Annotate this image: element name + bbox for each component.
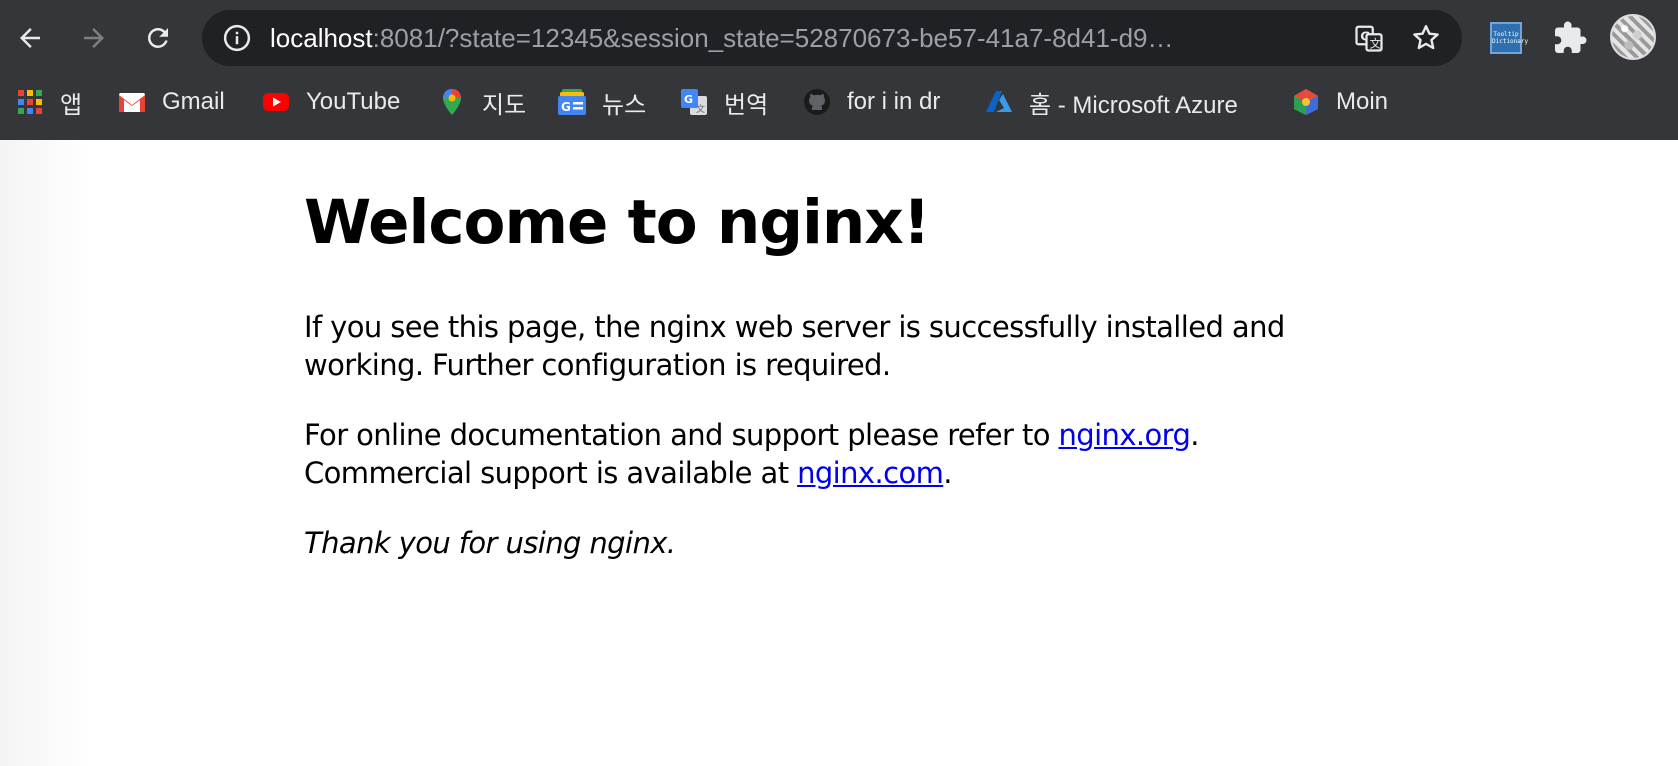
bookmark-translate[interactable]: G 文 번역 [680, 80, 768, 124]
gmail-icon [118, 88, 146, 116]
reload-icon [147, 27, 168, 48]
bookmarks-bar: 앱 Gmail YouTube 지도 G 뉴스 G 文 번역 for i in … [0, 80, 1678, 124]
bookmark-maps[interactable]: 지도 [438, 80, 526, 124]
youtube-icon [262, 88, 290, 116]
bookmark-label: 지도 [482, 91, 527, 119]
svg-text:G: G [561, 100, 571, 114]
maps-icon [438, 88, 466, 116]
bookmark-label: 뉴스 [602, 91, 647, 119]
reload-button[interactable] [134, 14, 182, 62]
bookmark-label: Moin [1336, 88, 1389, 115]
back-arrow-icon [20, 28, 40, 48]
bookmark-star-icon[interactable] [1410, 22, 1442, 54]
intro-paragraph: If you see this page, the nginx web serv… [304, 310, 1285, 382]
bookmark-github[interactable]: for i in dr [803, 80, 940, 124]
profile-avatar[interactable] [1610, 14, 1656, 60]
svg-text:文: 文 [696, 103, 705, 115]
page-title: Welcome to nginx! [304, 187, 931, 258]
moin-icon [1292, 88, 1320, 116]
bookmark-moin[interactable]: Moin [1292, 80, 1388, 124]
thanks-paragraph: Thank you for using nginx. [304, 526, 676, 560]
extensions-puzzle-icon[interactable] [1552, 20, 1588, 56]
nginx-welcome-content: Welcome to nginx! If you see this page, … [304, 188, 1304, 594]
bookmark-azure[interactable]: 홈 - Microsoft Azure [985, 80, 1238, 124]
nginx-com-link[interactable]: nginx.com [797, 456, 944, 490]
browser-chrome: localhost:8081/?state=12345&session_stat… [0, 0, 1678, 140]
url-text[interactable]: localhost:8081/?state=12345&session_stat… [270, 10, 1310, 66]
url-host: localhost [270, 23, 373, 53]
forward-arrow-icon [84, 28, 104, 48]
github-icon [803, 88, 831, 116]
nginx-org-link[interactable]: nginx.org [1059, 418, 1191, 452]
bookmark-news[interactable]: G 뉴스 [558, 80, 646, 124]
bookmark-gmail[interactable]: Gmail [118, 80, 225, 124]
address-bar[interactable]: localhost:8081/?state=12345&session_stat… [202, 10, 1462, 66]
translate-page-icon[interactable]: G 文 [1354, 23, 1384, 53]
forward-button[interactable] [70, 14, 118, 62]
page-viewport: Welcome to nginx! If you see this page, … [0, 140, 1678, 766]
news-icon: G [558, 88, 586, 116]
bookmark-apps[interactable]: 앱 [16, 80, 82, 124]
support-paragraph: For online documentation and support ple… [304, 418, 1199, 490]
bookmark-label: YouTube [306, 88, 401, 115]
bookmark-label: 홈 - Microsoft Azure [1029, 91, 1238, 119]
tooltip-dictionary-extension-icon[interactable]: Tooltip Dictionary [1490, 22, 1528, 54]
browser-toolbar: localhost:8081/?state=12345&session_stat… [0, 0, 1678, 76]
bookmark-label: 앱 [60, 91, 83, 119]
bookmark-label: Gmail [162, 88, 225, 115]
svg-text:文: 文 [1370, 36, 1381, 50]
apps-grid-icon [16, 88, 44, 116]
url-rest: :8081/?state=12345&session_state=5287067… [372, 23, 1174, 53]
azure-icon [985, 88, 1013, 116]
bookmark-label: 번역 [724, 91, 769, 119]
back-button[interactable] [6, 14, 54, 62]
site-info-icon[interactable] [222, 23, 252, 53]
bookmark-label: for i in dr [847, 88, 941, 115]
svg-text:G: G [684, 93, 693, 106]
translate-icon: G 文 [680, 88, 708, 116]
bookmark-youtube[interactable]: YouTube [262, 80, 400, 124]
